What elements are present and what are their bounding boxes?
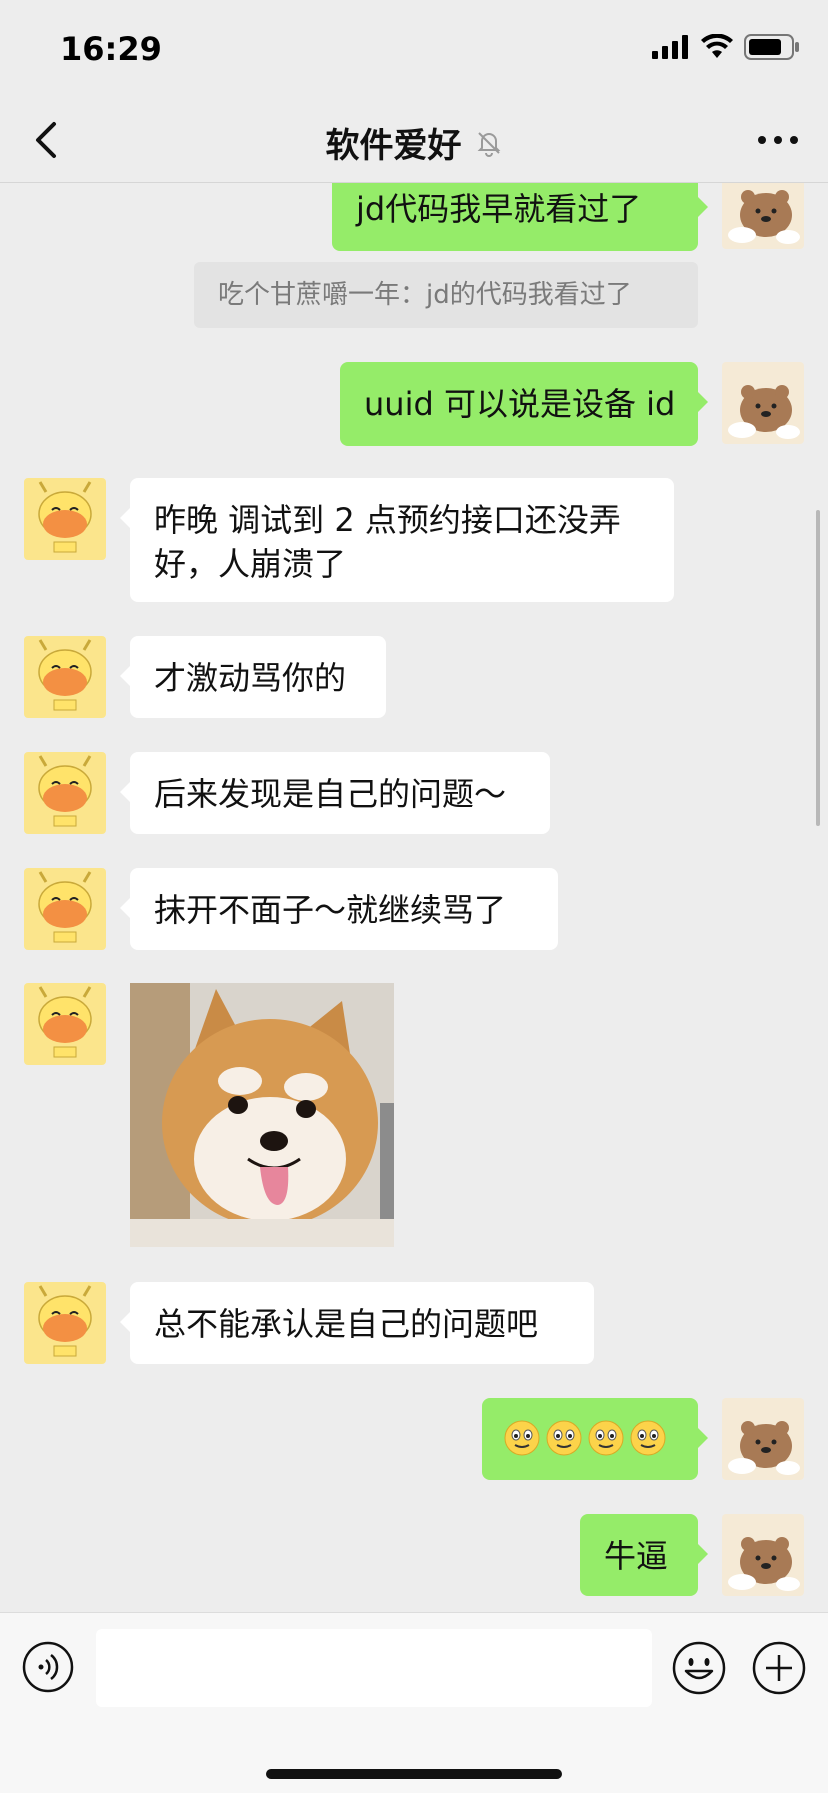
wifi-icon xyxy=(701,34,733,58)
avatar-self[interactable] xyxy=(722,183,804,249)
message-bubble-self[interactable]: 牛逼 xyxy=(580,1514,708,1596)
message-text-line: 昨晚 调试到 2 点预约接口还没弄 xyxy=(154,501,621,539)
more-dots-icon[interactable] xyxy=(756,130,800,150)
quoted-message[interactable]: 吃个甘蔗嚼一年：jd的代码我看过了 xyxy=(194,262,698,328)
cow-avatar-icon xyxy=(24,478,106,560)
avatar-other[interactable] xyxy=(24,478,106,560)
message-text: 总不能承认是自己的问题吧 xyxy=(154,1305,539,1343)
bear-avatar-icon xyxy=(722,362,804,444)
message-bubble-other[interactable]: 才激动骂你的 xyxy=(120,636,386,718)
smiley-icon xyxy=(630,1420,666,1456)
message-bubble-other[interactable]: 昨晚 调试到 2 点预约接口还没弄 好，人崩溃了 xyxy=(120,478,674,602)
bear-avatar-icon xyxy=(722,1398,804,1480)
battery-icon xyxy=(744,34,799,60)
message-bubble-self[interactable]: uuid 可以说是设备 id xyxy=(340,362,708,446)
message-bubble-other[interactable]: 后来发现是自己的问题～ xyxy=(120,752,550,834)
message-bubble-self[interactable] xyxy=(482,1398,708,1480)
title-wrap: 软件爱好 xyxy=(0,118,828,167)
cow-avatar-icon xyxy=(24,636,106,718)
status-icons xyxy=(652,34,800,60)
message-text: 后来发现是自己的问题～ xyxy=(154,775,507,813)
cow-avatar-icon xyxy=(24,868,106,950)
avatar-other[interactable] xyxy=(24,636,106,718)
smiley-icon xyxy=(546,1420,582,1456)
signal-icon xyxy=(652,35,688,59)
cow-avatar-icon xyxy=(24,983,106,1065)
voice-icon[interactable] xyxy=(22,1641,74,1693)
smiley-icon xyxy=(504,1420,540,1456)
plus-circle-icon[interactable] xyxy=(752,1641,806,1695)
bell-slash-icon xyxy=(477,131,500,157)
chat-area[interactable]: jd代码我早就看过了 吃个甘蔗嚼一年：jd的代码我看过了 uuid 可以说是设备… xyxy=(0,183,828,1611)
status-bar: 16:29 xyxy=(0,0,828,100)
input-bar xyxy=(0,1612,828,1793)
scrollbar[interactable] xyxy=(816,510,820,826)
message-bubble-self[interactable]: jd代码我早就看过了 xyxy=(332,183,708,251)
home-indicator[interactable] xyxy=(266,1769,562,1779)
bear-avatar-icon xyxy=(722,1514,804,1596)
message-text: jd代码我早就看过了 xyxy=(356,190,642,228)
message-text: 才激动骂你的 xyxy=(154,659,347,697)
smiley-icon xyxy=(588,1420,624,1456)
cow-avatar-icon xyxy=(24,1282,106,1364)
shiba-dog-picture xyxy=(130,983,394,1247)
avatar-other[interactable] xyxy=(24,983,106,1065)
avatar-self[interactable] xyxy=(722,1514,804,1596)
avatar-other[interactable] xyxy=(24,868,106,950)
avatar-other[interactable] xyxy=(24,1282,106,1364)
nav-bar: 软件爱好 xyxy=(0,100,828,183)
message-bubble-other[interactable]: 总不能承认是自己的问题吧 xyxy=(120,1282,594,1364)
message-input[interactable] xyxy=(96,1629,652,1707)
message-text: 牛逼 xyxy=(604,1537,669,1575)
message-bubble-other[interactable]: 抹开不面子～就继续骂了 xyxy=(120,868,558,950)
avatar-self[interactable] xyxy=(722,1398,804,1480)
message-text: 抹开不面子～就继续骂了 xyxy=(154,891,507,929)
status-time: 16:29 xyxy=(60,30,162,68)
avatar-other[interactable] xyxy=(24,752,106,834)
emoji-icon[interactable] xyxy=(672,1641,726,1695)
emoji-row xyxy=(504,1420,676,1456)
chat-title: 软件爱好 xyxy=(325,126,462,166)
bear-avatar-icon xyxy=(722,183,804,249)
shiba-dog-image[interactable] xyxy=(130,983,394,1247)
message-text: uuid 可以说是设备 id xyxy=(364,385,676,423)
message-text-line: 好，人崩溃了 xyxy=(154,545,347,583)
cow-avatar-icon xyxy=(24,752,106,834)
avatar-self[interactable] xyxy=(722,362,804,444)
